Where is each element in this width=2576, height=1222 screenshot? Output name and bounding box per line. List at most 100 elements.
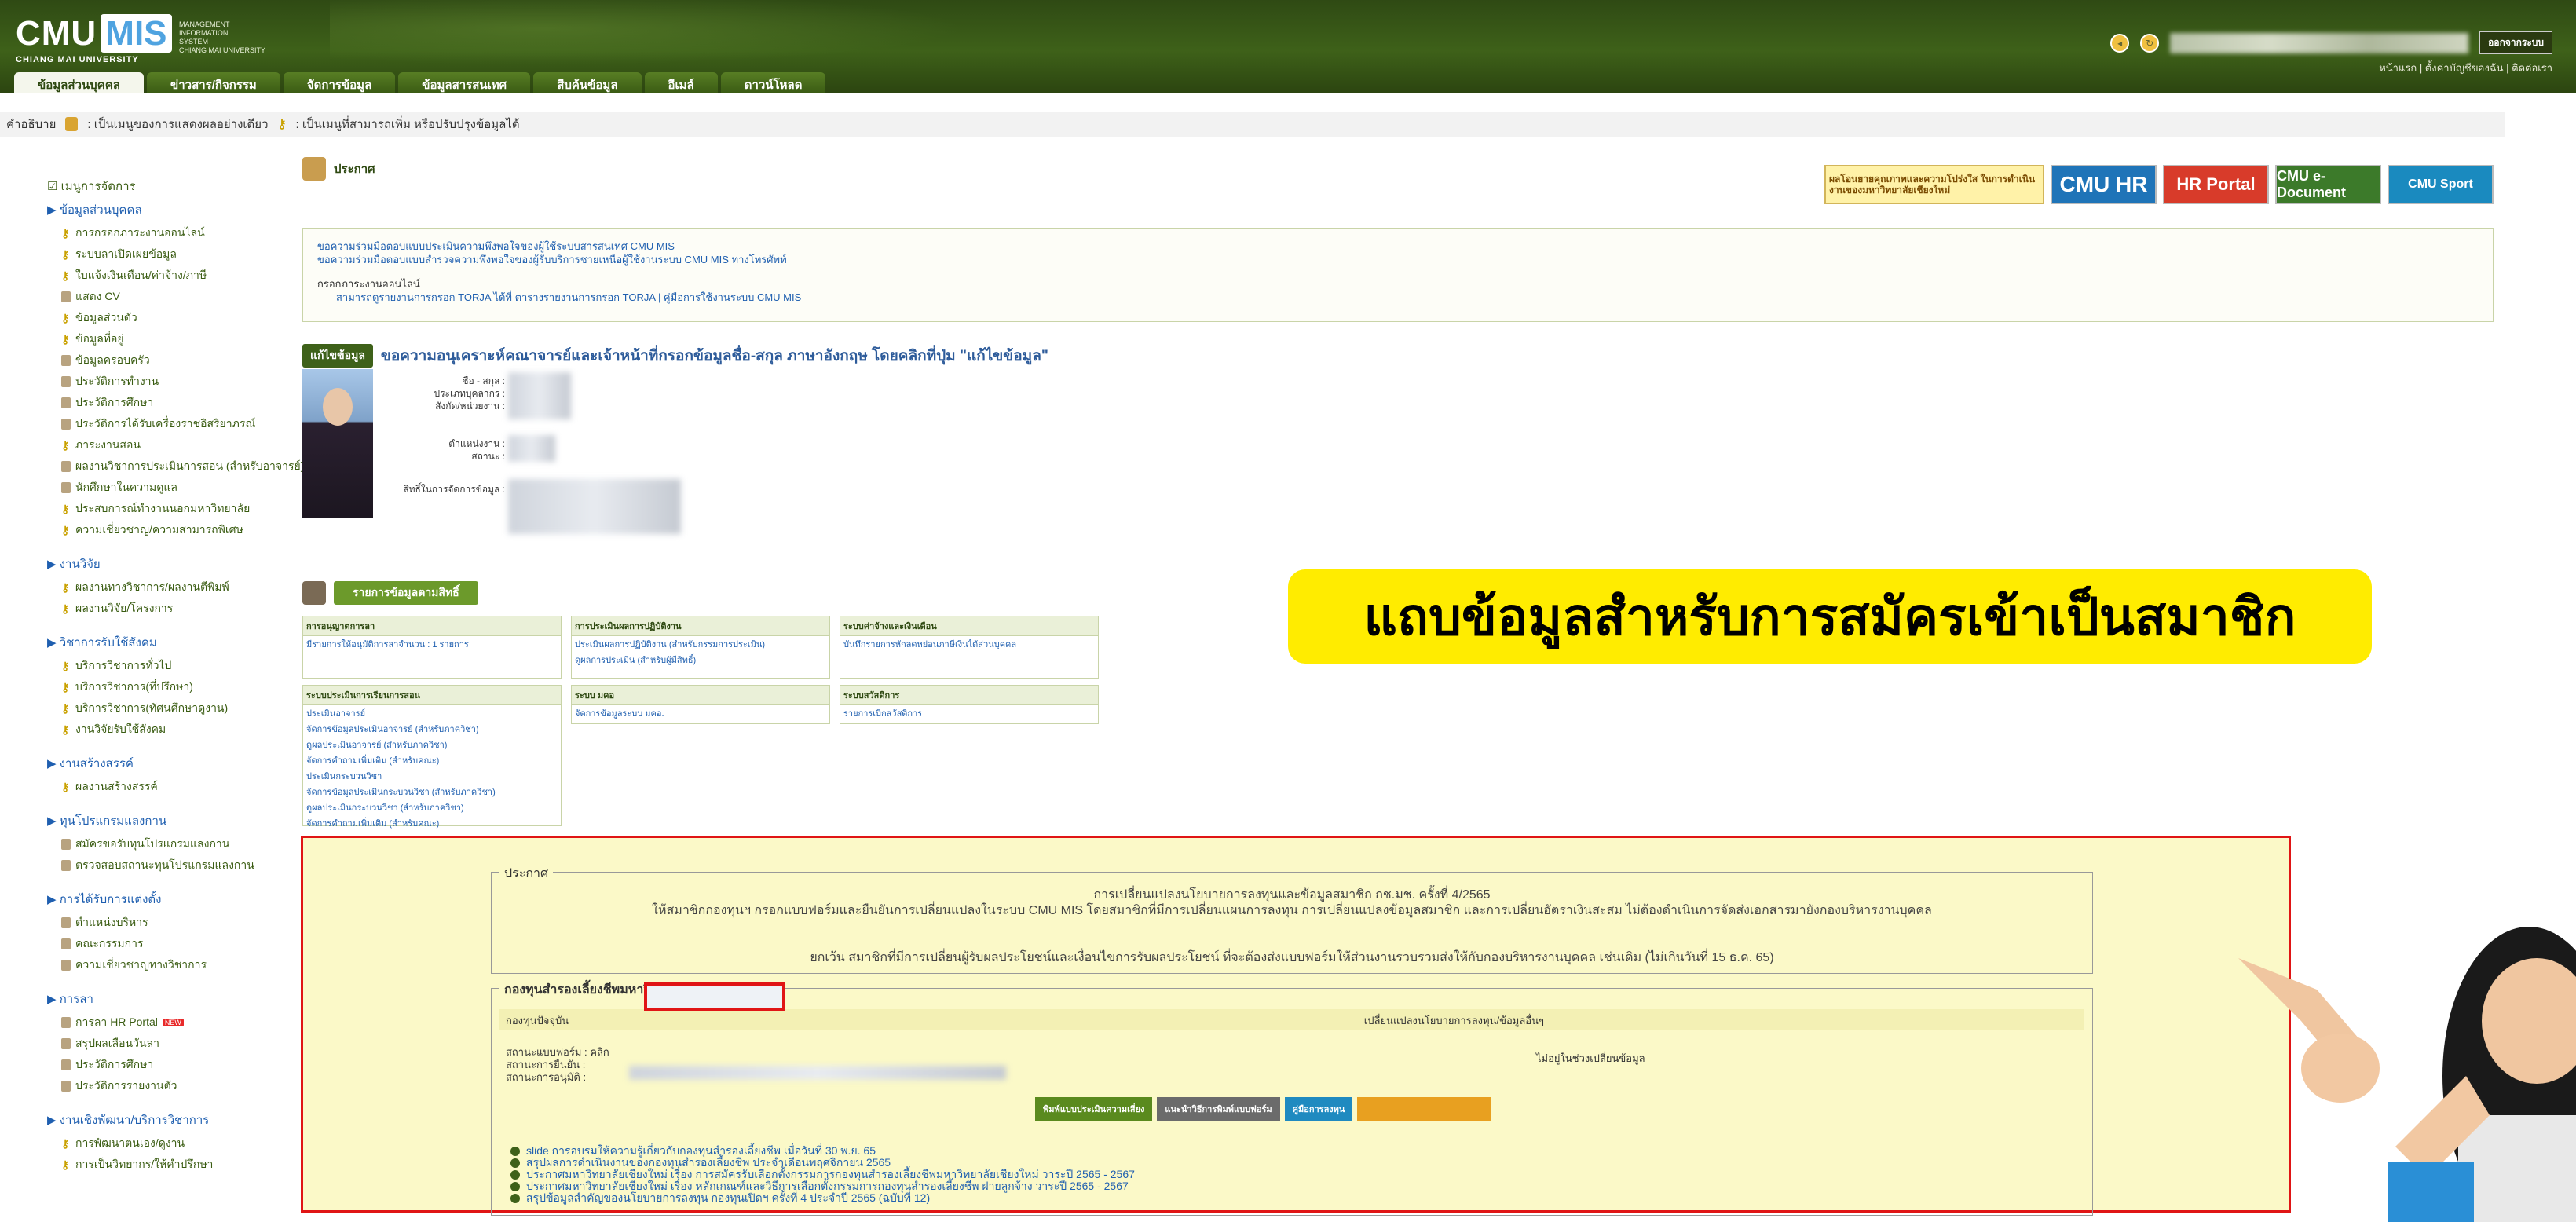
tab-email[interactable]: อีเมล์ [644,72,718,93]
edit-profile-button[interactable]: แก้ไขข้อมูล [302,344,373,368]
tab-information[interactable]: ข้อมูลสารสนเทศ [398,72,531,93]
perm-link[interactable]: ดูผลประเมินกระบวนวิชา (สำหรับภาควิชา) [303,799,561,815]
sidebar-item[interactable]: ⚷ การเป็นวิทยากร/ให้คำปรึกษา [47,1154,291,1175]
sidebar-item[interactable]: ประวัติการศึกษา [47,1054,291,1075]
sidebar-item[interactable]: ⚷ ผลงานสร้างสรรค์ [47,776,291,797]
notice-survey-link-1[interactable]: ขอความร่วมมือตอบแบบประเมินความพึงพอใจของ… [317,240,2479,253]
sidebar-group-header[interactable]: ▶ การได้รับการแต่งตั้ง [47,890,291,909]
sidebar-item[interactable]: ⚷ งานวิจัยรับใช้สังคม [47,719,291,740]
list-item[interactable]: ประกาศมหาวิทยาลัยเชียงใหม่ เรื่อง หลักเก… [510,1180,1135,1192]
logout-button[interactable]: ออกจากระบบ [2479,31,2552,54]
sidebar-group-header[interactable]: ▶ งานเชิงพัฒนา/บริการวิชาการ [47,1110,291,1129]
perm-link[interactable]: บันทึกรายการหักลดหย่อนภาษีเงินได้ส่วนบุค… [840,636,1098,652]
sidebar-group-header[interactable]: ▶ ข้อมูลส่วนบุคคล [47,200,291,219]
list-item[interactable]: สรุปข้อมูลสำคัญของนโยบายการลงทุน กองทุนเ… [510,1192,1135,1204]
perm-link[interactable]: ประเมินผลการปฏิบัติงาน (สำหรับกรรมการประ… [572,636,829,652]
sidebar-item[interactable]: ประวัติการศึกษา [47,392,291,413]
sidebar-item[interactable]: คณะกรรมการ [47,933,291,954]
print-risk-form-button[interactable]: พิมพ์แบบประเมินความเสี่ยง [1035,1097,1153,1121]
lock-icon [61,1037,71,1049]
tab-news[interactable]: ข่าวสาร/กิจกรรม [146,72,280,93]
tab-data-management[interactable]: จัดการข้อมูล [283,72,396,93]
sidebar-item[interactable]: สรุปผลเลือนวันลา [47,1033,291,1054]
sidebar-item[interactable]: ⚷ ระบบลาเปิดเผยข้อมูล [47,243,291,265]
perm-link[interactable]: ดูผลประเมินอาจารย์ (สำหรับภาควิชา) [303,737,561,752]
sidebar-group-header[interactable]: ▶ การลา [47,990,291,1008]
user-area: ◂ ↻ ออกจากระบบ [2110,31,2552,54]
ita-banner[interactable]: ผลโอนยายคุณภาพและความโปร่งใส ในการดำเนิน… [1824,165,2044,204]
sidebar-item[interactable]: ⚷ บริการวิชาการ(ที่ปรึกษา) [47,676,291,697]
sidebar-item[interactable]: ตำแหน่งบริหาร [47,912,291,933]
notice-torja-link[interactable]: สามารถดูรายงานการกรอก TORJA ได้ที่ ตาราง… [317,291,2479,304]
sidebar-item-label: ผลงานวิจัย/โครงการ [75,601,174,614]
notice-survey-link-2[interactable]: ขอความร่วมมือตอบแบบสำรวจความพึงพอใจของผู… [317,253,2479,266]
back-icon[interactable]: ◂ [2110,33,2130,53]
sidebar-group-header[interactable]: ▶ ทุนโปรแกรมแลงกาน [47,811,291,830]
cmu-mis-logo[interactable]: CMU MIS CHIANG MAI UNIVERSITY [16,14,172,64]
sidebar-item[interactable]: ⚷ ผลงานทางวิชาการ/ผลงานตีพิมพ์ [47,576,291,598]
sidebar-item[interactable]: ⚷ ผลงานวิจัย/โครงการ [47,598,291,619]
sidebar-menu: ☑ เมนูการจัดการ ▶ ข้อมูลส่วนบุคคล ⚷ การกรอ… [47,177,304,1175]
form-status-link-highlight[interactable] [644,982,785,1011]
sidebar-item[interactable]: สมัครขอรับทุนโปรแกรมแลงกาน [47,833,291,854]
hr-portal-banner[interactable]: HR Portal [2163,165,2269,204]
tab-download[interactable]: ดาวน์โหลด [720,72,826,93]
sidebar-item[interactable]: ประวัติการรายงานตัว [47,1075,291,1096]
investment-manual-button[interactable]: คู่มือการลงทุน [1284,1097,1353,1121]
sidebar-item[interactable]: การลา HR Portal NEW [47,1012,291,1033]
cmu-sport-banner[interactable]: CMU Sport [2388,165,2494,204]
perm-link[interactable]: รายการเบิกสวัสดิการ [840,705,1098,721]
sidebar-item[interactable]: ⚷ การกรอกภาระงานออนไลน์ [47,222,291,243]
sidebar-item[interactable]: ตรวจสอบสถานะทุนโปรแกรมแลงกาน [47,854,291,876]
sidebar-item[interactable]: ⚷ บริการวิชาการทั่วไป [47,655,291,676]
key-icon: ⚷ [61,332,70,346]
sidebar-item-label: ความเชี่ยวชาญทางวิชาการ [75,957,207,971]
perm-link[interactable]: จัดการข้อมูลระบบ มคอ. [572,705,829,721]
perm-link[interactable]: จัดการคำถามเพิ่มเติม (สำหรับคณะ) [303,815,561,831]
tab-search[interactable]: สืบค้นข้อมูล [533,72,642,93]
key-icon: ⚷ [61,247,70,261]
lock-icon [61,418,71,430]
tab-personal[interactable]: ข้อมูลส่วนบุคคล [14,72,144,93]
label-status: สถานะ : [471,451,505,462]
list-item[interactable]: slide การอบรมให้ความรู้เกี่ยวกับกองทุนสำ… [510,1145,1135,1157]
edit-profile-message: ขอความอนุเคราะห์คณาจารย์และเจ้าหน้าที่กร… [380,348,1048,364]
print-guide-button[interactable]: แนะนำวิธีการพิมพ์แบบฟอร์ม [1157,1097,1280,1121]
lock-icon [61,460,71,472]
sidebar-item[interactable]: ⚷ ความเชี่ยวชาญ/ความสามารถพิเศษ [47,519,291,540]
sidebar-group-header[interactable]: ▶ งานสร้างสรรค์ [47,754,291,773]
sidebar-item[interactable]: ⚷ ประสบการณ์ทำงานนอกมหาวิทยาลัย [47,498,291,519]
list-item[interactable]: ประกาศมหาวิทยาลัยเชียงใหม่ เรื่อง การสมั… [510,1169,1135,1180]
key-icon: ⚷ [61,1136,70,1150]
sidebar-item[interactable]: แสดง CV [47,286,291,307]
perm-link[interactable]: จัดการข้อมูลประเมินอาจารย์ (สำหรับภาควิช… [303,721,561,737]
key-icon: ⚷ [61,680,70,693]
sidebar-item[interactable]: ⚷ บริการวิชาการ(ทัศนศึกษาดูงาน) [47,697,291,719]
sidebar-item[interactable]: ⚷ ภาระงานสอน [47,434,291,456]
sidebar-item[interactable]: ข้อมูลครอบครัว [47,349,291,371]
key-icon: ⚷ [61,723,70,736]
sidebar-item[interactable]: ประวัติการได้รับเครื่องราชอิสริยาภรณ์ [47,413,291,434]
perm-link[interactable]: มีรายการให้อนุมัติการลาจำนวน : 1 รายการ [303,636,561,652]
sidebar-group-header[interactable]: ▶ งานวิจัย [47,554,291,573]
sidebar-group-header[interactable]: ▶ วิชาการรับใช้สังคม [47,633,291,652]
refresh-icon[interactable]: ↻ [2140,33,2160,53]
sidebar-item[interactable]: นักศึกษาในความดูแล [47,477,291,498]
perm-link[interactable]: จัดการคำถามเพิ่มเติม (สำหรับคณะ) [303,752,561,768]
top-links[interactable]: หน้าแรก | ตั้งค่าบัญชีของฉัน | ติดต่อเรา [2379,60,2552,76]
sidebar-item[interactable]: ⚷ ข้อมูลส่วนตัว [47,307,291,328]
fund-document-links: slide การอบรมให้ความรู้เกี่ยวกับกองทุนสำ… [510,1145,1135,1204]
sidebar-item[interactable]: ผลงานวิชาการประเมินการสอน (สำหรับอาจารย์… [47,456,304,477]
sidebar-item[interactable]: ⚷ ใบแจ้งเงินเดือน/ค่าจ้าง/ภาษี [47,265,291,286]
e-document-banner[interactable]: CMU e-Document [2275,165,2381,204]
sidebar-item[interactable]: ประวัติการทำงาน [47,371,291,392]
list-item[interactable]: สรุปผลการดำเนินงานของกองทุนสำรองเลี้ยงชี… [510,1157,1135,1169]
orange-action-button[interactable] [1357,1097,1491,1121]
sidebar-item[interactable]: ⚷ การพัฒนาตนเอง/ดูงาน [47,1132,291,1154]
cmu-hr-banner[interactable]: CMU HR [2051,165,2157,204]
sidebar-item[interactable]: ⚷ ข้อมูลที่อยู่ [47,328,291,349]
perm-link[interactable]: ดูผลการประเมิน (สำหรับผู้มีสิทธิ์) [572,652,829,668]
sidebar-item-label: การเป็นวิทยากร/ให้คำปรึกษา [75,1157,214,1170]
perm-link[interactable]: จัดการข้อมูลประเมินกระบวนวิชา (สำหรับภาค… [303,784,561,799]
sidebar-item[interactable]: ความเชี่ยวชาญทางวิชาการ [47,954,291,975]
